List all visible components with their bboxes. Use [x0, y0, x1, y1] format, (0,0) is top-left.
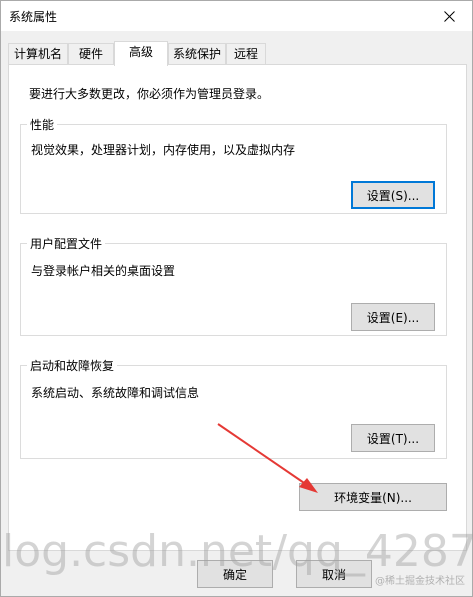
user-profiles-description: 与登录帐户相关的桌面设置 — [31, 264, 176, 278]
system-properties-window: 系统属性 计算机名 硬件 高级 系统保护 远程 要进行大多数更改，你必须作为管理… — [0, 0, 473, 597]
title-bar: 系统属性 — [1, 1, 472, 31]
tab-system-protection[interactable]: 系统保护 — [168, 43, 226, 64]
tab-remote[interactable]: 远程 — [226, 43, 266, 64]
performance-settings-button[interactable]: 设置(S)... — [351, 181, 435, 209]
user-profiles-group: 用户配置文件 与登录帐户相关的桌面设置 设置(E)... — [20, 235, 447, 336]
startup-recovery-description: 系统启动、系统故障和调试信息 — [31, 386, 200, 400]
performance-group-title: 性能 — [27, 116, 58, 133]
environment-variables-button[interactable]: 环境变量(N)... — [299, 483, 447, 511]
performance-description: 视觉效果，处理器计划，内存使用，以及虚拟内存 — [31, 143, 296, 157]
performance-group: 性能 视觉效果，处理器计划，内存使用，以及虚拟内存 设置(S)... — [20, 116, 447, 214]
advanced-tab-panel: 要进行大多数更改，你必须作为管理员登录。 性能 视觉效果，处理器计划，内存使用，… — [8, 64, 467, 551]
user-profiles-group-title: 用户配置文件 — [27, 235, 106, 252]
tab-strip: 计算机名 硬件 高级 系统保护 远程 — [8, 41, 468, 66]
startup-recovery-group: 启动和故障恢复 系统启动、系统故障和调试信息 设置(T)... — [20, 357, 447, 459]
tab-advanced[interactable]: 高级 — [114, 41, 168, 66]
tab-computer-name[interactable]: 计算机名 — [8, 43, 68, 64]
cancel-button[interactable]: 取消 — [296, 560, 372, 588]
tab-hardware[interactable]: 硬件 — [68, 43, 114, 64]
startup-recovery-group-title: 启动和故障恢复 — [27, 357, 118, 374]
close-icon — [443, 10, 455, 22]
ok-button[interactable]: 确定 — [197, 560, 273, 588]
startup-recovery-settings-button[interactable]: 设置(T)... — [351, 424, 435, 452]
window-title: 系统属性 — [9, 10, 58, 24]
admin-notice: 要进行大多数更改，你必须作为管理员登录。 — [29, 87, 270, 101]
user-profiles-settings-button[interactable]: 设置(E)... — [351, 303, 435, 331]
close-button[interactable] — [426, 1, 472, 31]
